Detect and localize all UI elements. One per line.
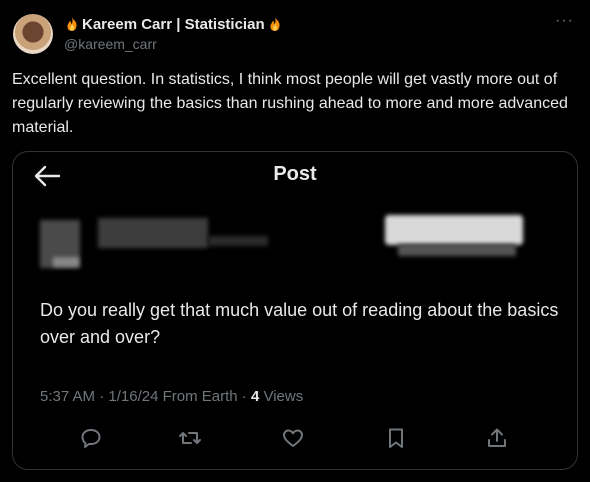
- quoted-post-card[interactable]: Post Do you really get that much value o…: [12, 151, 578, 470]
- post-date[interactable]: 1/16/24: [108, 388, 158, 405]
- bookmark-icon[interactable]: [384, 426, 408, 450]
- repost-icon[interactable]: [178, 426, 202, 450]
- author-display-name: Kareem Carr | Statistician: [82, 15, 265, 33]
- post-meta: 5:37 AM · 1/16/24 From Earth · 4 Views: [40, 388, 303, 405]
- meta-separator: ·: [241, 388, 247, 405]
- share-icon[interactable]: [485, 426, 509, 450]
- reply-icon[interactable]: [79, 426, 103, 450]
- quoted-post-text: Do you really get that much value out of…: [40, 300, 559, 347]
- action-bar: [13, 422, 577, 456]
- post-source: From Earth: [162, 388, 238, 405]
- author-handle[interactable]: @kareem_carr: [64, 36, 157, 52]
- post-header-title: Post: [273, 163, 317, 185]
- fire-emoji-icon: [67, 17, 77, 31]
- like-icon[interactable]: [281, 426, 305, 450]
- tweet-text: Excellent question. In statistics, I thi…: [12, 71, 568, 136]
- avatar[interactable]: [13, 14, 53, 54]
- views-label: Views: [263, 388, 304, 405]
- post-time[interactable]: 5:37 AM: [40, 388, 95, 405]
- redacted-follow-button-shade: [398, 244, 516, 256]
- meta-separator: ·: [99, 388, 105, 405]
- views-count: 4: [250, 388, 260, 405]
- fire-emoji-icon: [270, 17, 280, 31]
- more-options-button[interactable]: ···: [555, 12, 574, 30]
- redacted-follow-button: [385, 215, 523, 245]
- author-name-row[interactable]: Kareem Carr | Statistician: [64, 14, 283, 34]
